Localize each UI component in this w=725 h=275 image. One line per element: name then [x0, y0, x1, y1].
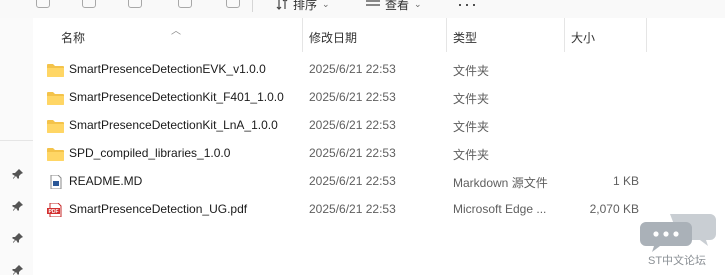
file-size: 1 KB — [612, 174, 639, 188]
copy-icon[interactable] — [36, 0, 50, 8]
file-row[interactable]: PDF SmartPresenceDetection_UG.pdf 2025/6… — [33, 196, 725, 223]
file-date: 2025/6/21 22:53 — [309, 146, 396, 160]
toolbar-divider — [252, 0, 253, 12]
file-size: 2,070 KB — [589, 202, 639, 216]
file-row[interactable]: README.MD 2025/6/21 22:53 Markdown 源文件 1… — [33, 168, 725, 195]
file-date: 2025/6/21 22:53 — [309, 202, 396, 216]
rename-icon[interactable] — [128, 0, 142, 8]
file-date: 2025/6/21 22:53 — [309, 62, 396, 76]
folder-icon — [47, 92, 64, 105]
pin-icon[interactable] — [12, 168, 24, 180]
file-type: 文件夹 — [453, 92, 490, 106]
navigation-pane — [0, 18, 33, 275]
sort-label: 排序 — [293, 0, 318, 12]
file-name: SmartPresenceDetectionKit_F401_1.0.0 — [69, 90, 284, 104]
share-icon[interactable] — [178, 0, 192, 8]
file-name: SmartPresenceDetection_UG.pdf — [69, 202, 248, 216]
file-name: SmartPresenceDetectionKit_LnA_1.0.0 — [69, 118, 278, 132]
chat-bubble-icon — [640, 214, 716, 252]
svg-text:PDF: PDF — [49, 209, 59, 215]
file-type: 文件夹 — [453, 148, 490, 162]
folder-icon — [47, 148, 64, 161]
file-date: 2025/6/21 22:53 — [309, 174, 396, 188]
paste-icon[interactable] — [82, 0, 96, 8]
file-row[interactable]: SmartPresenceDetectionKit_LnA_1.0.0 2025… — [33, 112, 725, 139]
file-type: Microsoft Edge ... — [453, 202, 547, 216]
file-date: 2025/6/21 22:53 — [309, 90, 396, 104]
delete-icon[interactable] — [226, 0, 240, 8]
column-header-type[interactable]: 类型 — [447, 18, 565, 52]
pdf-file-icon: PDF — [47, 203, 62, 217]
file-name: SmartPresenceDetectionEVK_v1.0.0 — [69, 62, 266, 76]
nav-divider — [0, 140, 33, 141]
file-type: 文件夹 — [453, 64, 490, 78]
folder-icon — [47, 64, 64, 77]
more-options-button[interactable]: ··· — [457, 0, 478, 15]
forum-watermark: ST中文论坛 — [640, 212, 720, 267]
pin-icon[interactable] — [12, 264, 24, 275]
markdown-file-icon — [50, 175, 62, 189]
view-icon — [366, 0, 380, 6]
pin-icon[interactable] — [12, 232, 24, 244]
file-date: 2025/6/21 22:53 — [309, 118, 396, 132]
file-name: README.MD — [69, 174, 143, 188]
sort-icon — [276, 0, 288, 10]
column-header-size[interactable]: 大小 — [565, 18, 647, 52]
command-bar: 排序 ⌄ 查看 ⌄ ··· — [0, 0, 725, 18]
file-row[interactable]: SmartPresenceDetectionKit_F401_1.0.0 202… — [33, 84, 725, 111]
column-header: ︿ 名称 修改日期 类型 大小 — [33, 18, 725, 54]
file-type: Markdown 源文件 — [453, 176, 548, 190]
file-name: SPD_compiled_libraries_1.0.0 — [69, 146, 231, 160]
view-label: 查看 — [385, 0, 410, 12]
chevron-down-icon: ⌄ — [322, 0, 330, 9]
file-type: 文件夹 — [453, 120, 490, 134]
view-button[interactable]: 查看 ⌄ — [366, 0, 422, 12]
file-row[interactable]: SPD_compiled_libraries_1.0.0 2025/6/21 2… — [33, 140, 725, 167]
pin-icon[interactable] — [12, 200, 24, 212]
sort-button[interactable]: 排序 ⌄ — [276, 0, 330, 12]
chevron-down-icon: ⌄ — [414, 0, 422, 9]
column-header-name[interactable]: 名称 — [53, 18, 303, 52]
column-header-date[interactable]: 修改日期 — [303, 18, 447, 52]
folder-icon — [47, 120, 64, 133]
file-row[interactable]: SmartPresenceDetectionEVK_v1.0.0 2025/6/… — [33, 56, 725, 83]
watermark-text: ST中文论坛 — [648, 255, 707, 267]
